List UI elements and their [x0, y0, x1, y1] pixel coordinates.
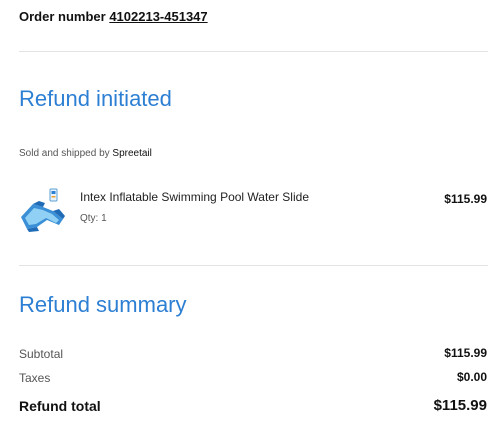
water-slide-product-image[interactable]	[19, 187, 67, 233]
product-quantity: Qty: 1	[80, 213, 107, 224]
product-price: $115.99	[444, 192, 487, 206]
sold-by-prefix: Sold and shipped by	[19, 148, 110, 159]
water-slide-icon	[21, 188, 65, 232]
order-number-label: Order number	[19, 9, 106, 24]
refund-total-label: Refund total	[19, 398, 101, 414]
order-number-line: Order number 4102213-451347	[19, 9, 208, 24]
refund-initiated-heading: Refund initiated	[19, 86, 172, 111]
sold-by-line: Sold and shipped by Spreetail	[19, 148, 152, 159]
order-number-link[interactable]: 4102213-451347	[109, 9, 207, 24]
divider	[19, 51, 488, 52]
subtotal-label: Subtotal	[19, 347, 64, 361]
divider	[19, 265, 488, 266]
taxes-value: $0.00	[456, 370, 487, 384]
taxes-label: Taxes	[19, 371, 51, 385]
refund-total-value: $115.99	[433, 397, 487, 414]
seller-name: Spreetail	[112, 148, 152, 159]
subtotal-value: $115.99	[444, 346, 487, 360]
product-name[interactable]: Intex Inflatable Swimming Pool Water Sli…	[80, 190, 309, 204]
refund-summary-heading: Refund summary	[19, 292, 187, 317]
